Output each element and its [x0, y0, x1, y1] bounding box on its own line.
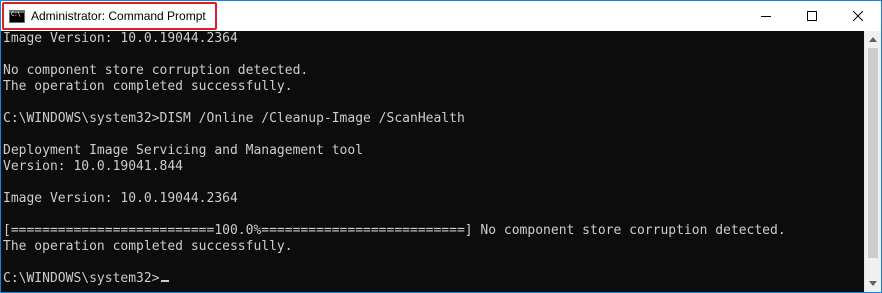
console-line: The operation completed successfully. [3, 79, 293, 94]
console-line: Deployment Image Servicing and Managemen… [3, 143, 364, 158]
scroll-down-icon [869, 281, 877, 286]
console-output[interactable]: Image Version: 10.0.19044.2364 No compon… [1, 31, 864, 292]
console-line: C:\WINDOWS\system32>DISM /Online /Cleanu… [3, 111, 465, 126]
prompt-line[interactable]: C:\WINDOWS\system32> [1, 271, 864, 287]
progress-line: [==========================100.0%=======… [3, 223, 786, 238]
console-line: Version: 10.0.19041.844 [3, 159, 184, 174]
window-title: Administrator: Command Prompt [31, 9, 206, 23]
title-bar[interactable]: Administrator: Command Prompt [1, 1, 881, 31]
window-controls [743, 1, 881, 31]
scroll-up-button[interactable] [865, 31, 881, 48]
text-cursor [160, 280, 169, 282]
close-button[interactable] [835, 1, 881, 31]
prompt-text: C:\WINDOWS\system32> [3, 271, 160, 286]
scroll-down-button[interactable] [865, 275, 881, 292]
command-prompt-window: Administrator: Command Prompt Imag [0, 0, 882, 293]
maximize-button[interactable] [789, 1, 835, 31]
console-line: Image Version: 10.0.19044.2364 [3, 191, 238, 206]
minimize-button[interactable] [743, 1, 789, 31]
title-highlight-box: Administrator: Command Prompt [2, 2, 217, 30]
close-icon [853, 11, 863, 21]
cmd-icon [9, 9, 25, 23]
vertical-scrollbar[interactable] [864, 31, 881, 292]
console-line: The operation completed successfully. [3, 239, 293, 254]
minimize-icon [761, 16, 771, 17]
scroll-thumb[interactable] [868, 48, 878, 258]
scroll-up-icon [869, 37, 877, 42]
maximize-icon [807, 11, 817, 21]
console-line: No component store corruption detected. [3, 63, 309, 78]
console-line: Image Version: 10.0.19044.2364 [3, 31, 238, 46]
